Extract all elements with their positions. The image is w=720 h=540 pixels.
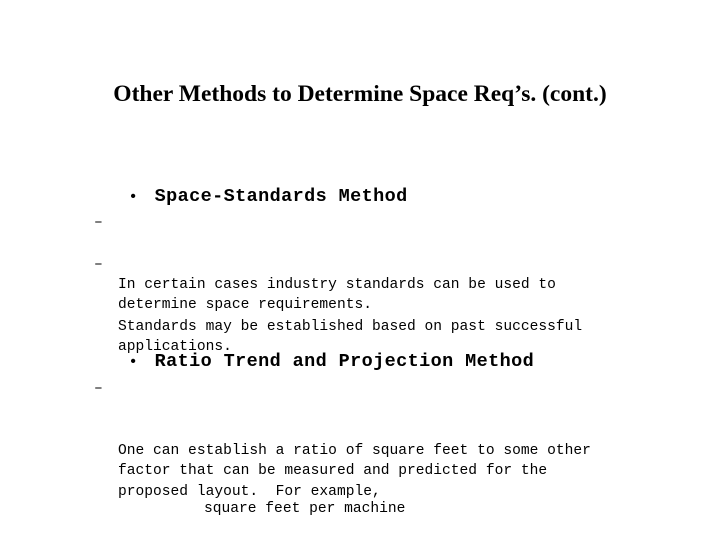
bullet-dot-icon: • (128, 189, 138, 206)
list-item: square feet per machine (204, 501, 406, 517)
slide-body: • Space-Standards Method – In certain cas… (0, 0, 720, 540)
example-ratio-list: square feet per machine square feet per … (204, 444, 684, 540)
bullet-dash-icon: – (94, 381, 103, 397)
slide-canvas: Other Methods to Determine Space Req’s. … (0, 0, 720, 540)
bullet-dash-icon: – (94, 215, 103, 231)
bullet-level1-label: Space-Standards Method (154, 186, 408, 207)
bullet-level1-label: Ratio Trend and Projection Method (154, 351, 535, 372)
bullet-dash-icon: – (94, 257, 103, 273)
bullet-dot-icon: • (128, 354, 138, 371)
